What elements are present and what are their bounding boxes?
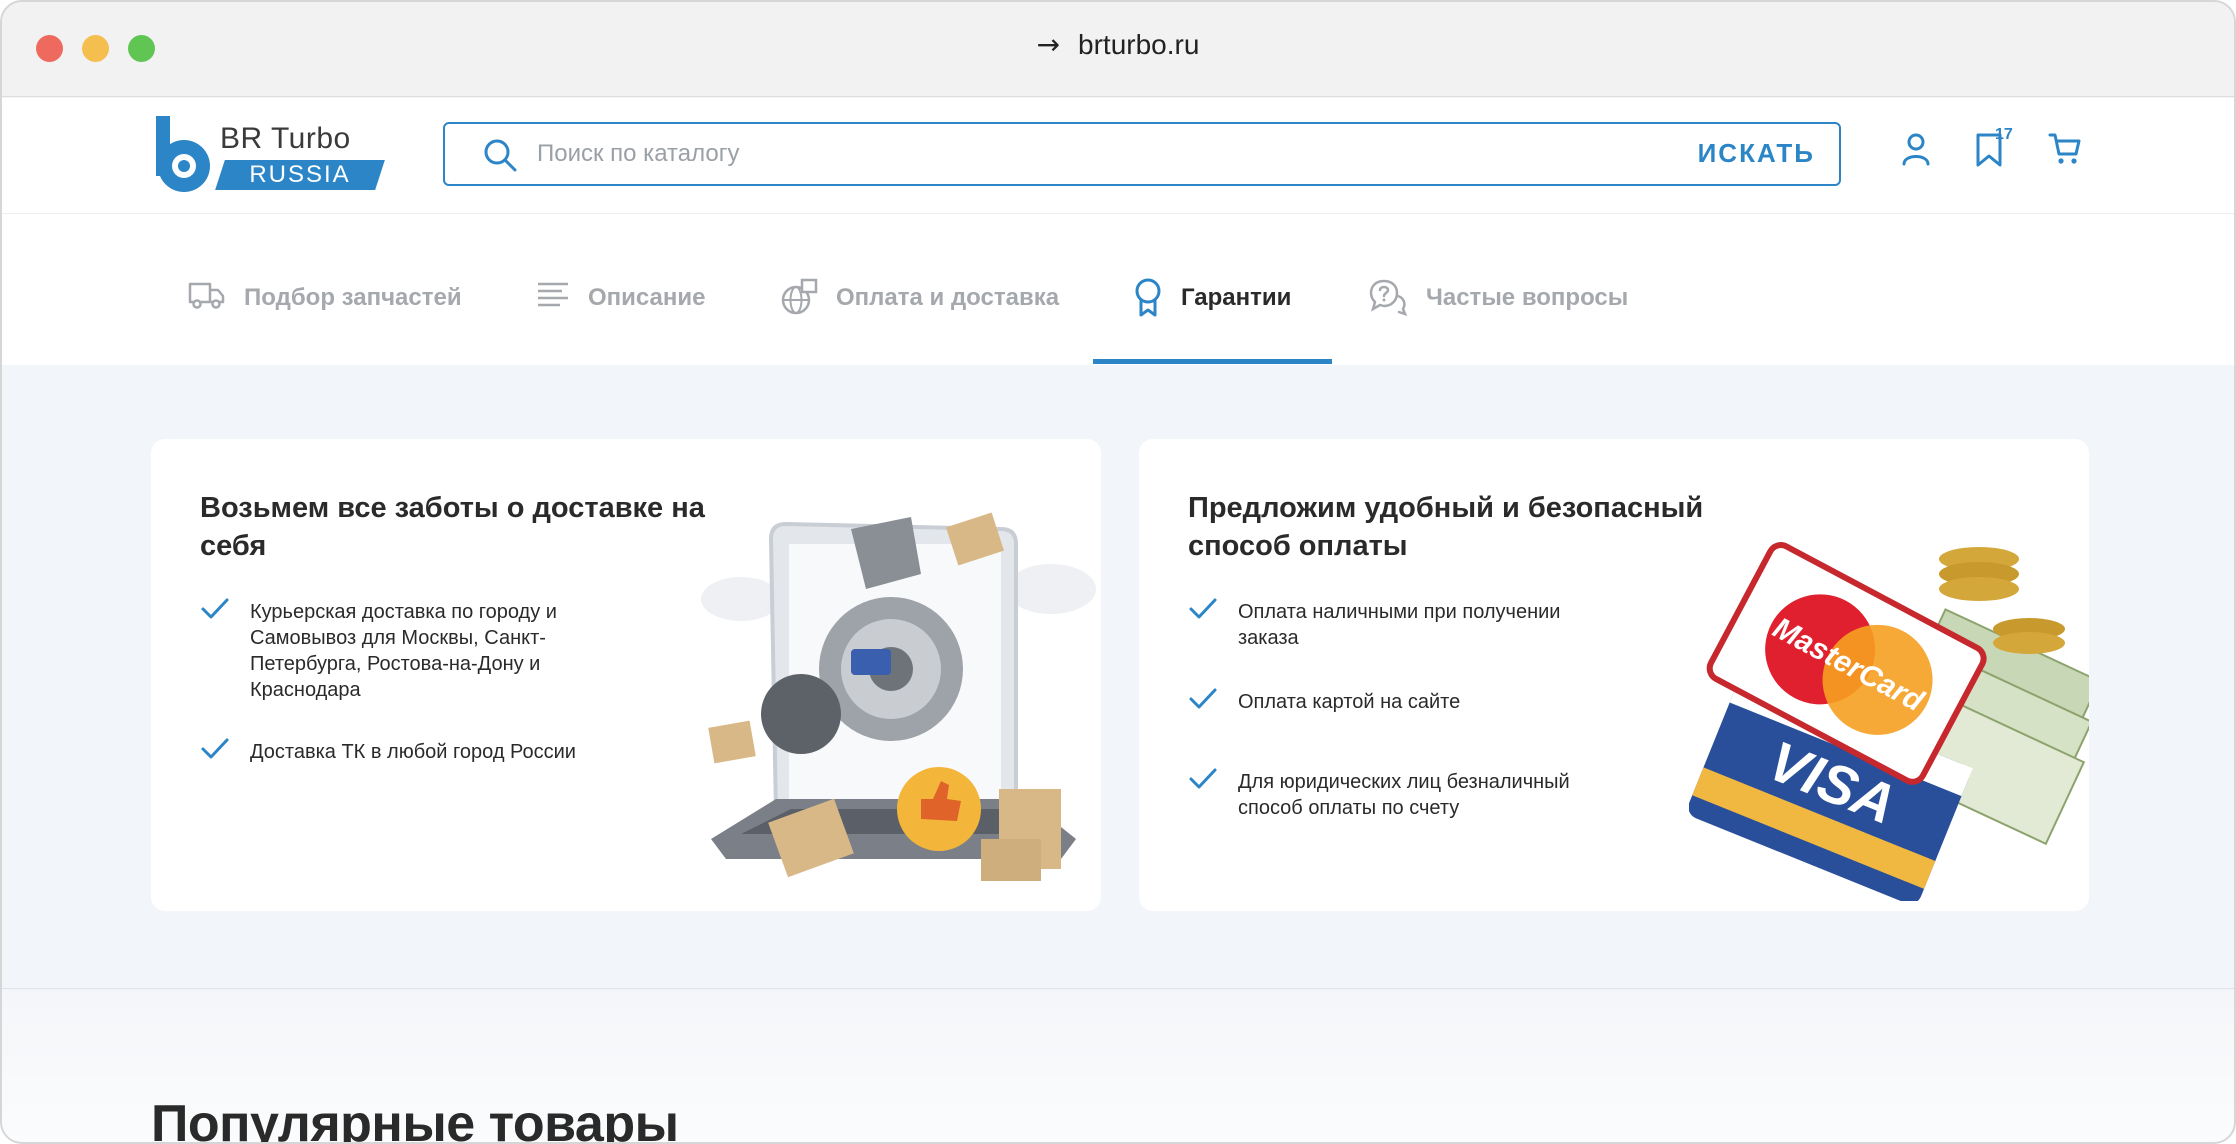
cart-icon[interactable] — [2048, 132, 2082, 166]
search-bar: ИСКАТЬ — [443, 122, 1841, 186]
question-bubbles-icon — [1369, 279, 1408, 316]
arrow-right-icon: → — [1036, 28, 1061, 61]
logo-subtitle-box: RUSSIA — [215, 160, 385, 190]
checkmark-icon — [1189, 768, 1217, 789]
lines-icon — [538, 282, 568, 307]
checkmark-icon — [201, 598, 229, 619]
list-item-text: Оплата картой на сайте — [1238, 691, 1461, 713]
tab-label: Подбор запчастей — [244, 284, 462, 311]
list-item-text: Оплата наличными при получении заказа — [1238, 601, 1561, 649]
list-item: Оплата картой на сайте — [1188, 688, 1608, 715]
section-title: Популярные товары — [151, 1095, 679, 1144]
logo-subtitle: RUSSIA — [249, 161, 351, 188]
bookmarks-count-badge: 17 — [1995, 126, 2013, 143]
tab-label: Гарантии — [1181, 284, 1292, 311]
globe-box-icon — [781, 278, 818, 315]
browser-window: → brturbo.ru BR Turbo RUSSIA ИСКАТЬ — [0, 0, 2236, 1144]
checkmark-icon — [1189, 688, 1217, 709]
checkmark-icon — [1189, 598, 1217, 619]
card-title: Возьмем все заботы о доставке на себя — [200, 492, 705, 562]
popular-products-section: Популярные товары — [2, 990, 2234, 1144]
payment-cards-illustration: VISA MasterCard — [1689, 542, 2089, 901]
delivery-laptop-illustration — [701, 512, 1096, 881]
tab-guarantees[interactable]: Гарантии — [1133, 278, 1292, 365]
user-icon[interactable] — [1901, 132, 1931, 166]
list-item: Для юридических лиц безналичный способ о… — [1188, 768, 1608, 821]
list-item: Курьерская доставка по городу и Самовыво… — [200, 598, 620, 703]
list-item-text: Доставка ТК в любой город России — [250, 741, 576, 763]
browser-toolbar: → brturbo.ru — [2, 2, 2234, 97]
delivery-card: Возьмем все заботы о доставке на себя Ку… — [151, 439, 1101, 911]
site-header: BR Turbo RUSSIA ИСКАТЬ 17 — [2, 98, 2234, 214]
site-logo[interactable]: BR Turbo RUSSIA — [154, 116, 386, 196]
truck-icon — [188, 282, 225, 309]
list-item-text: Для юридических лиц безналичный способ о… — [1238, 771, 1570, 819]
tab-payment-delivery[interactable]: Оплата и доставка — [780, 278, 1060, 365]
tab-faq[interactable]: Частые вопросы — [1368, 279, 1629, 365]
tab-label: Частые вопросы — [1426, 284, 1629, 311]
tab-description[interactable]: Описание — [536, 282, 706, 365]
product-tabs: Подбор запчастей Описание Оплата и доста… — [2, 214, 2234, 365]
guarantees-section: Возьмем все заботы о доставке на себя Ку… — [2, 365, 2234, 989]
card-title: Предложим удобный и безопасный способ оп… — [1188, 492, 1704, 562]
tab-label: Оплата и доставка — [836, 284, 1060, 311]
checkmark-icon — [201, 738, 229, 759]
active-tab-indicator — [1093, 359, 1332, 364]
list-item-text: Курьерская доставка по городу и Самовыво… — [250, 601, 557, 701]
payment-card: Предложим удобный и безопасный способ оп… — [1139, 439, 2089, 911]
list-item: Оплата наличными при получении заказа — [1188, 598, 1608, 651]
tab-parts-selection[interactable]: Подбор запчастей — [188, 282, 462, 365]
search-icon — [484, 139, 517, 172]
search-input[interactable] — [537, 132, 1637, 176]
logo-mark-icon — [156, 116, 210, 192]
award-icon — [1135, 278, 1161, 317]
address-bar[interactable]: → brturbo.ru — [2, 28, 2234, 61]
list-item: Доставка ТК в любой город России — [200, 738, 620, 765]
logo-title: BR Turbo — [220, 122, 351, 155]
search-button[interactable]: ИСКАТЬ — [1698, 138, 1815, 169]
url-text: brturbo.ru — [1078, 29, 1200, 60]
tab-label: Описание — [588, 284, 706, 311]
